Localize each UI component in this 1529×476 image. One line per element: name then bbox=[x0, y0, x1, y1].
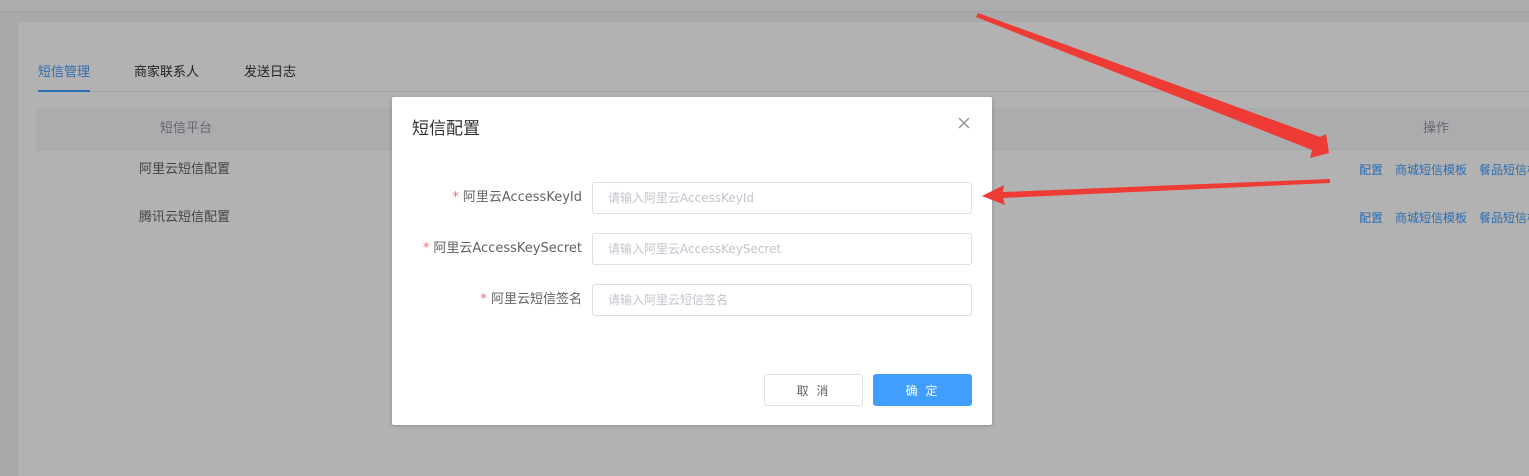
field-label: * 阿里云AccessKeySecret bbox=[423, 233, 582, 265]
cancel-button[interactable]: 取 消 bbox=[764, 374, 863, 406]
required-marker: * bbox=[422, 241, 430, 256]
access-key-secret-input[interactable] bbox=[592, 233, 972, 265]
field-label: * 阿里云AccessKeyId bbox=[452, 182, 582, 214]
access-key-id-input[interactable] bbox=[592, 182, 972, 214]
dialog-title: 短信配置 bbox=[412, 119, 480, 139]
label-text: 阿里云AccessKeyId bbox=[462, 190, 582, 205]
required-marker: * bbox=[452, 190, 459, 205]
confirm-button[interactable]: 确 定 bbox=[873, 374, 972, 406]
label-text: 阿里云短信签名 bbox=[490, 292, 582, 307]
sms-signature-input[interactable] bbox=[592, 284, 972, 316]
label-text: 阿里云AccessKeySecret bbox=[433, 241, 582, 256]
field-label: * 阿里云短信签名 bbox=[480, 284, 582, 316]
form-item-access-key-secret: * 阿里云AccessKeySecret bbox=[392, 233, 992, 265]
required-marker: * bbox=[480, 292, 487, 307]
close-icon[interactable] bbox=[956, 115, 972, 131]
form-item-access-key-id: * 阿里云AccessKeyId bbox=[392, 182, 992, 214]
sms-config-dialog: 短信配置 *阿里云AccessKeyId *阿里云AccessKeySecret… bbox=[392, 97, 992, 425]
form-item-sms-signature: * 阿里云短信签名 bbox=[392, 284, 992, 316]
